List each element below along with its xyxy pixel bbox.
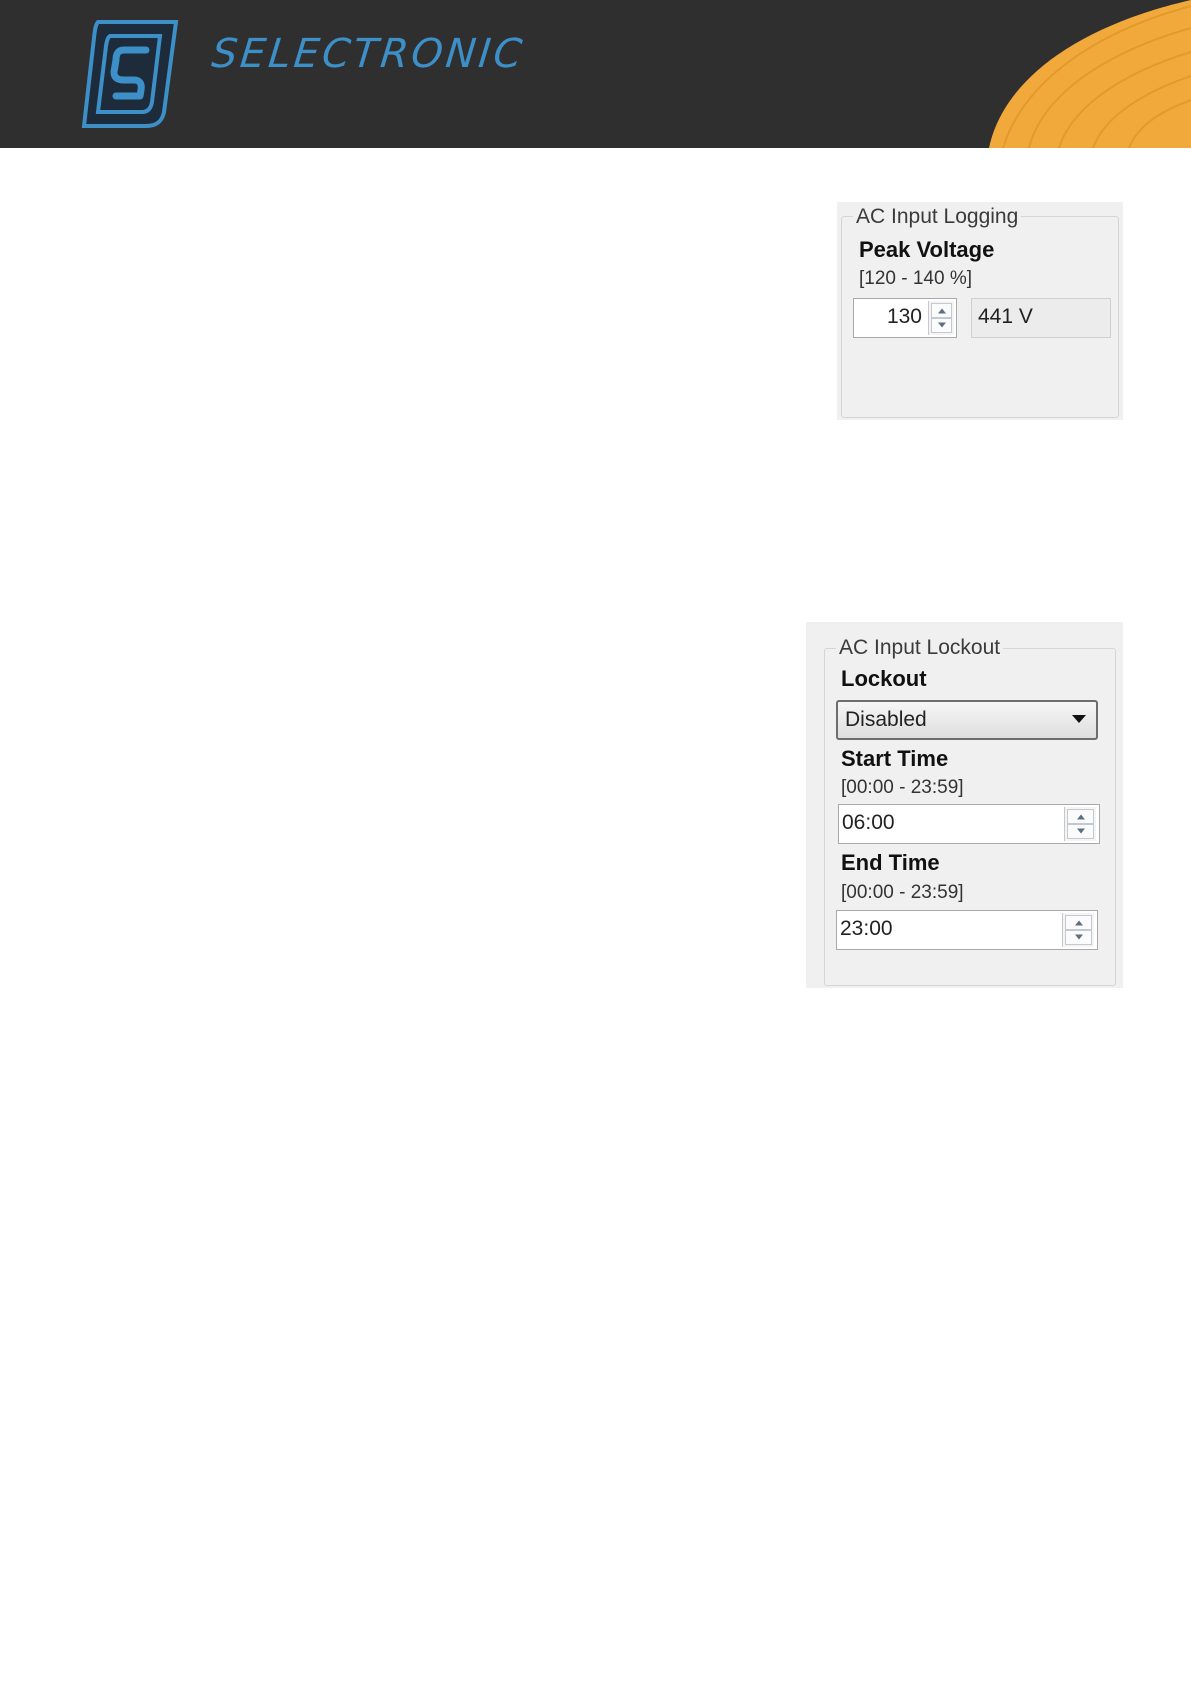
end-time-label: End Time <box>841 850 940 875</box>
end-time-stepper[interactable]: 23:00 <box>836 910 1098 950</box>
ac-input-logging-panel: AC Input Logging Peak Voltage [120 - 140… <box>837 202 1123 420</box>
lockout-label: Lockout <box>841 666 927 691</box>
spin-down-icon[interactable] <box>1065 929 1092 945</box>
logging-group-title: AC Input Logging <box>853 205 1022 229</box>
spin-down-icon[interactable] <box>931 317 952 333</box>
orange-swoosh-graphic <box>989 0 1191 148</box>
start-time-value[interactable]: 06:00 <box>842 806 895 840</box>
spin-up-icon[interactable] <box>1067 809 1094 825</box>
start-time-range: [00:00 - 23:59] <box>841 777 964 798</box>
lockout-selected-value[interactable]: Disabled <box>845 704 927 735</box>
peak-voltage-range: [120 - 140 %] <box>859 268 973 289</box>
start-time-spinner[interactable] <box>1064 807 1096 841</box>
spin-up-icon[interactable] <box>1065 915 1092 931</box>
spin-down-icon[interactable] <box>1067 823 1094 839</box>
start-time-label: Start Time <box>841 746 949 771</box>
end-time-value[interactable]: 23:00 <box>840 912 893 946</box>
peak-voltage-computed: 441 V <box>978 305 1033 328</box>
peak-voltage-label: Peak Voltage <box>859 237 995 262</box>
peak-voltage-stepper[interactable]: 130 <box>853 298 957 338</box>
spin-up-icon[interactable] <box>931 303 952 319</box>
end-time-range: [00:00 - 23:59] <box>841 882 964 903</box>
end-time-spinner[interactable] <box>1062 913 1094 947</box>
dropdown-arrow-icon[interactable] <box>1072 715 1086 723</box>
peak-voltage-computed-field: 441 V <box>971 298 1111 338</box>
ac-input-lockout-panel: AC Input Lockout Lockout Disabled Start … <box>806 622 1123 988</box>
brand-wordmark: SELECTRONIC <box>209 31 527 77</box>
peak-voltage-value[interactable]: 130 <box>887 300 922 334</box>
peak-voltage-spinner[interactable] <box>928 301 954 335</box>
lockout-group-title: AC Input Lockout <box>836 636 1004 660</box>
lockout-dropdown[interactable]: Disabled <box>836 700 1098 740</box>
start-time-stepper[interactable]: 06:00 <box>838 804 1100 844</box>
header-banner: SELECTRONIC <box>0 0 1191 148</box>
selectronic-logo-icon <box>81 20 179 128</box>
